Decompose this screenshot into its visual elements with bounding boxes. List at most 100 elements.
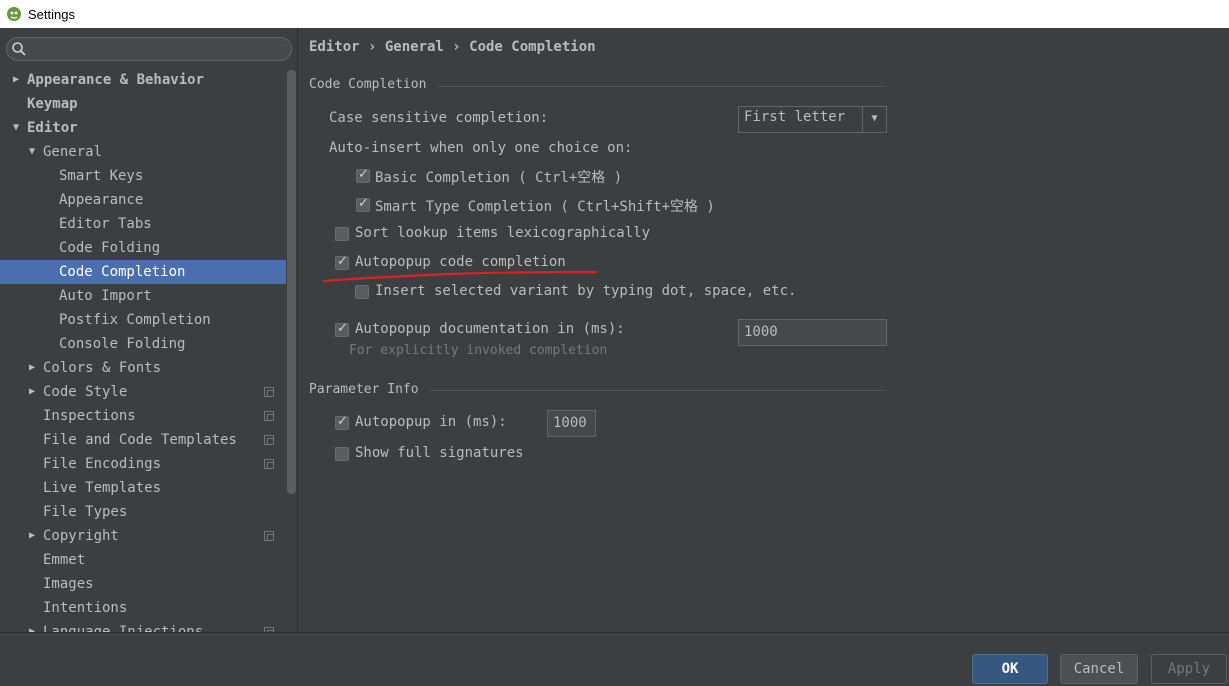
show-full-signatures-label: Show full signatures [355, 445, 524, 461]
project-scope-icon [264, 435, 274, 445]
collapse-arrow-icon[interactable]: ▶ [29, 524, 35, 548]
dialog-footer: OK Cancel Apply [0, 632, 1229, 686]
sidebar-item-appearance-behavior[interactable]: ▶ Appearance & Behavior [0, 68, 286, 92]
sidebar-item-label: Inspections [43, 408, 136, 424]
insert-selected-variant-checkbox[interactable] [355, 285, 369, 299]
sidebar-item-console-folding[interactable]: Console Folding [0, 332, 286, 356]
sidebar-item-code-folding[interactable]: Code Folding [0, 236, 286, 260]
sidebar-item-smart-keys[interactable]: Smart Keys [0, 164, 286, 188]
sidebar-item-label: Live Templates [43, 480, 162, 496]
settings-tree: ▶ Appearance & Behavior Keymap ▼ Editor ▼ Gene… [0, 68, 286, 632]
cancel-button[interactable]: Cancel [1060, 654, 1138, 684]
smart-type-completion-checkbox[interactable] [356, 196, 370, 212]
documentation-hint: For explicitly invoked completion [349, 343, 608, 358]
section-separator [439, 86, 886, 87]
case-sensitive-value: First letter [744, 109, 846, 125]
show-full-signatures-checkbox[interactable] [335, 447, 349, 461]
sidebar-item-label: Console Folding [59, 336, 186, 352]
app-icon [6, 6, 22, 22]
search-icon [11, 41, 27, 57]
sidebar-item-general[interactable]: ▼ General [0, 140, 286, 164]
sidebar-item-editor[interactable]: ▼ Editor [0, 116, 286, 140]
sidebar-item-colors-fonts[interactable]: ▶ Colors & Fonts [0, 356, 286, 380]
ok-button[interactable]: OK [972, 654, 1048, 684]
sort-lexicographically-checkbox[interactable] [335, 227, 349, 241]
settings-sidebar: ▶ Appearance & Behavior Keymap ▼ Editor ▼ Gene… [0, 28, 298, 632]
basic-completion-checkbox[interactable] [356, 167, 370, 183]
sidebar-item-emmet[interactable]: Emmet [0, 548, 286, 572]
collapse-arrow-icon[interactable]: ▶ [29, 380, 35, 404]
project-scope-icon [264, 387, 274, 397]
parameter-autopopup-delay-input[interactable]: 1000 [547, 410, 596, 437]
section-title-code-completion: Code Completion [309, 77, 427, 92]
window-titlebar: Settings [0, 0, 1229, 28]
section-separator [431, 390, 886, 391]
case-sensitive-label: Case sensitive completion: [329, 110, 549, 126]
sidebar-item-label: File Encodings [43, 456, 162, 472]
sort-lexicographically-label: Sort lookup items lexicographically [355, 225, 651, 241]
collapse-arrow-icon[interactable]: ▶ [13, 68, 19, 92]
autopopup-documentation-delay-input[interactable]: 1000 [738, 319, 887, 346]
sidebar-item-keymap[interactable]: Keymap [0, 92, 286, 116]
sidebar-item-intentions[interactable]: Intentions [0, 596, 286, 620]
sidebar-item-file-and-code-templates[interactable]: File and Code Templates [0, 428, 286, 452]
window-title: Settings [28, 6, 75, 22]
annotation-underline [322, 270, 598, 283]
sidebar-item-inspections[interactable]: Inspections [0, 404, 286, 428]
sidebar-item-images[interactable]: Images [0, 572, 286, 596]
sidebar-item-label: Images [43, 576, 94, 592]
sidebar-item-appearance[interactable]: Appearance [0, 188, 286, 212]
project-scope-icon [264, 531, 274, 541]
sidebar-item-label: File Types [43, 504, 128, 520]
autopopup-documentation-checkbox[interactable] [335, 321, 349, 337]
sidebar-scrollbar[interactable] [287, 70, 296, 494]
search-input[interactable] [6, 37, 292, 61]
collapse-arrow-icon[interactable]: ▶ [29, 356, 35, 380]
sidebar-item-code-style[interactable]: ▶ Code Style [0, 380, 286, 404]
basic-completion-label: Basic Completion ( Ctrl+空格 ) [375, 170, 623, 186]
sidebar-item-label: Copyright [43, 528, 119, 544]
sidebar-item-label: Intentions [43, 600, 128, 616]
expand-arrow-icon[interactable]: ▼ [29, 140, 35, 164]
sidebar-item-copyright[interactable]: ▶ Copyright [0, 524, 286, 548]
sidebar-item-label: Postfix Completion [59, 312, 211, 328]
smart-type-completion-label: Smart Type Completion ( Ctrl+Shift+空格 ) [375, 199, 715, 215]
sidebar-item-label: Keymap [27, 96, 78, 112]
sidebar-item-language-injections[interactable]: ▶ Language Injections [0, 620, 286, 632]
sidebar-item-label: Appearance [59, 192, 144, 208]
project-scope-icon [264, 459, 274, 469]
collapse-arrow-icon[interactable]: ▶ [29, 620, 35, 632]
sidebar-item-label: Auto Import [59, 288, 152, 304]
sidebar-item-label: Code Style [43, 384, 128, 400]
apply-button[interactable]: Apply [1151, 654, 1227, 684]
sidebar-item-code-completion[interactable]: Code Completion [0, 260, 286, 284]
breadcrumb: Editor › General › Code Completion [309, 39, 596, 55]
sidebar-item-label: General [43, 144, 103, 160]
sidebar-item-auto-import[interactable]: Auto Import [0, 284, 286, 308]
autopopup-documentation-label: Autopopup documentation in (ms): [355, 321, 625, 337]
expand-arrow-icon[interactable]: ▼ [13, 116, 19, 140]
sidebar-item-label: Code Completion [59, 264, 186, 280]
settings-content: Editor › General › Code Completion Code … [299, 28, 1229, 632]
sidebar-item-label: File and Code Templates [43, 432, 237, 448]
sidebar-item-label: Code Folding [59, 240, 161, 256]
project-scope-icon [264, 411, 274, 421]
section-title-parameter-info: Parameter Info [309, 382, 419, 397]
sidebar-item-live-templates[interactable]: Live Templates [0, 476, 286, 500]
chevron-down-icon: ▼ [862, 107, 886, 132]
sidebar-item-label: Appearance & Behavior [27, 72, 205, 88]
sidebar-item-file-encodings[interactable]: File Encodings [0, 452, 286, 476]
sidebar-item-label: Smart Keys [59, 168, 144, 184]
sidebar-item-label: Editor Tabs [59, 216, 152, 232]
sidebar-item-file-types[interactable]: File Types [0, 500, 286, 524]
case-sensitive-dropdown[interactable]: First letter ▼ [738, 106, 887, 133]
sidebar-item-label: Colors & Fonts [43, 360, 162, 376]
parameter-autopopup-label: Autopopup in (ms): [355, 414, 507, 430]
sidebar-item-label: Editor [27, 120, 78, 136]
auto-insert-label: Auto-insert when only one choice on: [329, 140, 633, 156]
sidebar-item-editor-tabs[interactable]: Editor Tabs [0, 212, 286, 236]
parameter-autopopup-checkbox[interactable] [335, 414, 349, 430]
sidebar-item-label: Emmet [43, 552, 86, 568]
sidebar-item-label: Language Injections [43, 624, 204, 632]
sidebar-item-postfix-completion[interactable]: Postfix Completion [0, 308, 286, 332]
